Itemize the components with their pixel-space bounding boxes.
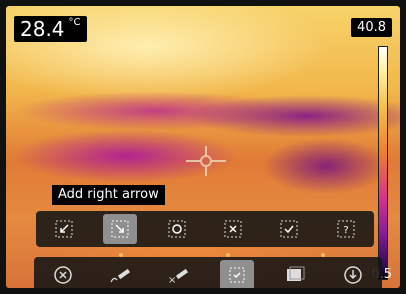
svg-text:?: ? <box>343 225 348 236</box>
temperature-value: 28.4 <box>20 17 65 41</box>
thermal-image[interactable]: 28.4 °C 40.8 0.5 Add right arrow <box>6 6 400 288</box>
close-icon <box>54 266 72 284</box>
add-check-mark-button[interactable] <box>272 214 306 244</box>
scale-max-value: 40.8 <box>351 18 392 37</box>
spot-meter-crosshair-icon <box>186 146 226 176</box>
annotation-shapes-button[interactable] <box>220 260 254 288</box>
temperature-unit: °C <box>68 17 81 28</box>
download-icon <box>344 266 362 284</box>
image-icon <box>287 266 305 281</box>
add-left-arrow-button[interactable] <box>47 214 81 244</box>
annotation-main-toolbar: × <box>34 257 382 288</box>
temperature-readout: 28.4 °C <box>14 16 87 42</box>
device-frame: 28.4 °C 40.8 0.5 Add right arrow <box>0 0 406 294</box>
image-button[interactable] <box>278 260 312 288</box>
tool-tooltip: Add right arrow <box>52 185 165 205</box>
color-scale-bar <box>378 46 388 280</box>
arrow-down-left-icon <box>55 220 73 238</box>
eraser-icon: × <box>168 268 189 286</box>
pen-icon <box>110 268 131 283</box>
draw-button[interactable] <box>104 260 138 288</box>
add-question-mark-button[interactable]: ? <box>329 214 363 244</box>
add-right-arrow-button[interactable] <box>103 214 138 244</box>
annotation-shape-toolbar: ? <box>36 211 374 247</box>
x-mark-icon <box>224 220 242 238</box>
save-button[interactable] <box>336 260 370 288</box>
arrow-down-right-icon <box>111 220 129 238</box>
check-mark-icon <box>280 220 298 238</box>
add-x-mark-button[interactable] <box>216 214 250 244</box>
close-button[interactable] <box>46 260 80 288</box>
erase-button[interactable]: × <box>162 260 196 288</box>
annotation-icon <box>229 267 245 283</box>
add-circle-button[interactable] <box>160 214 194 244</box>
question-mark-icon: ? <box>337 220 355 238</box>
circle-icon <box>168 220 186 238</box>
svg-text:×: × <box>168 275 176 286</box>
